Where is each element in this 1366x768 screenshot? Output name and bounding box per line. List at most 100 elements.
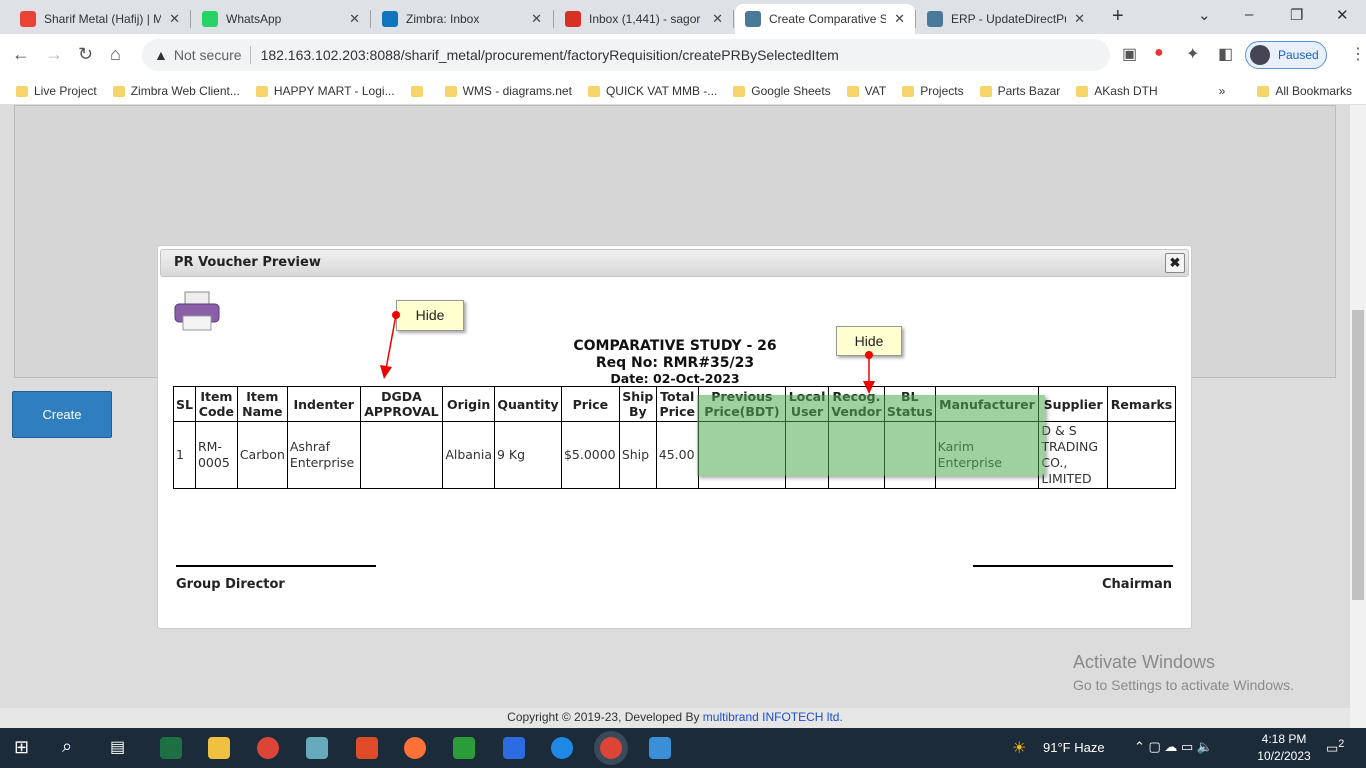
- firefox-icon[interactable]: [404, 737, 426, 759]
- table-cell: Ship: [618, 421, 657, 489]
- windows-start-icon[interactable]: ⊞: [14, 737, 29, 758]
- menu-icon[interactable]: ⋮: [1350, 44, 1366, 64]
- modal-close-button[interactable]: ✖: [1165, 253, 1185, 273]
- bookmark-item[interactable]: VAT: [846, 84, 886, 98]
- tab-title: Sharif Metal (Hafij) | M: [44, 12, 162, 26]
- zimbra-icon[interactable]: [551, 737, 573, 759]
- footer: Copyright © 2019-23, Developed By multib…: [0, 708, 1350, 728]
- search-icon[interactable]: ⌕: [62, 736, 72, 757]
- close-tab-icon[interactable]: ✕: [349, 11, 360, 27]
- address-bar[interactable]: ▲ Not secure 182.163.102.203:8088/sharif…: [142, 39, 1110, 71]
- bookmark-label: WMS - diagrams.net: [462, 84, 572, 98]
- bookmark-item[interactable]: Parts Bazar: [979, 84, 1060, 98]
- browser-tab[interactable]: Create Comparative S ✕: [735, 4, 915, 34]
- forward-icon[interactable]: →: [45, 44, 63, 65]
- notifications-icon[interactable]: ▭2: [1326, 738, 1344, 756]
- tab-title: WhatsApp: [226, 12, 282, 26]
- modal-title: PR Voucher Preview: [160, 249, 1189, 277]
- erp-icon: [927, 11, 943, 27]
- signature-line-right: [973, 565, 1173, 567]
- maximize-button[interactable]: ❐: [1290, 6, 1303, 24]
- table-cell: $5.0000: [560, 421, 620, 489]
- table-cell: 45.00: [655, 421, 699, 489]
- browser-tab[interactable]: Sharif Metal (Hafij) | M ✕: [10, 4, 190, 34]
- shield-app-icon[interactable]: [503, 737, 525, 759]
- bookmark-label: Projects: [920, 84, 964, 98]
- close-tab-icon[interactable]: ✕: [712, 11, 723, 27]
- close-tab-icon[interactable]: ✕: [1074, 11, 1085, 27]
- bookmark-item[interactable]: Zimbra Web Client...: [112, 84, 240, 98]
- bookmark-item[interactable]: Google Sheets: [733, 84, 831, 98]
- avatar: [1250, 45, 1270, 65]
- excel-icon[interactable]: [160, 737, 182, 759]
- clock-time[interactable]: 4:18 PM: [1256, 732, 1312, 746]
- close-tab-icon[interactable]: ✕: [894, 11, 905, 27]
- clock-date[interactable]: 10/2/2023: [1256, 749, 1312, 763]
- tab-search-icon[interactable]: ⌄: [1198, 6, 1211, 24]
- home-icon[interactable]: ⌂: [110, 44, 121, 65]
- highlight-overlay: [697, 395, 1045, 476]
- tab-title: Zimbra: Inbox: [406, 12, 480, 26]
- browser-tab[interactable]: Zimbra: Inbox ✕: [372, 4, 552, 34]
- bookmark-item[interactable]: WMS - diagrams.net: [444, 84, 572, 98]
- browser-tab[interactable]: Inbox (1,441) - sagor ✕: [555, 4, 733, 34]
- chrome-active-icon[interactable]: [600, 737, 622, 759]
- bookmark-label: HAPPY MART - Logi...: [273, 84, 395, 98]
- bookmark-icon: [410, 85, 423, 97]
- system-tray-icons[interactable]: ⌃ ▢ ☁ ▭ 🔈: [1134, 739, 1213, 755]
- table-cell: Carbon: [236, 421, 288, 489]
- bookmark-item[interactable]: Live Project: [16, 84, 97, 98]
- bookmark-item[interactable]: [410, 84, 429, 98]
- close-tab-icon[interactable]: ✕: [169, 11, 180, 27]
- gmail-icon: [565, 11, 581, 27]
- chrome-icon[interactable]: [257, 737, 279, 759]
- table-cell: [1107, 421, 1176, 489]
- column-header: Indenter: [286, 386, 361, 422]
- scrollbar-thumb[interactable]: [1352, 310, 1364, 600]
- taskbar: ⊞ ⌕ ▤ ☀ 91°F Haze ⌃ ▢ ☁ ▭ 🔈 4:18 PM 10/2…: [0, 728, 1366, 768]
- bookmark-item[interactable]: QUICK VAT MMB -...: [587, 84, 717, 98]
- bookmark-item[interactable]: AKash DTH: [1076, 84, 1158, 98]
- profile-button[interactable]: Paused: [1245, 41, 1327, 69]
- printer-icon[interactable]: [173, 290, 221, 332]
- bookmark-icon: [16, 85, 28, 97]
- app-icon[interactable]: [306, 737, 328, 759]
- reload-icon[interactable]: ↻: [78, 44, 93, 65]
- extension-icon[interactable]: ●: [1154, 44, 1164, 62]
- bookmark-icon: [733, 85, 746, 97]
- task-view-icon[interactable]: ▤: [110, 737, 125, 757]
- minimize-button[interactable]: –: [1245, 6, 1253, 23]
- app-icon[interactable]: [453, 737, 475, 759]
- bookmark-icon: [1076, 85, 1089, 97]
- column-header: Item Name: [236, 386, 288, 422]
- tab-title: Inbox (1,441) - sagor: [589, 12, 701, 26]
- extension-shield-icon[interactable]: ▣: [1122, 44, 1137, 64]
- all-bookmarks[interactable]: All Bookmarks: [1257, 84, 1352, 98]
- bookmark-icon: [587, 85, 600, 97]
- file-explorer-icon[interactable]: [208, 737, 230, 759]
- column-header: Remarks: [1107, 386, 1176, 422]
- bookmark-label: Zimbra Web Client...: [130, 84, 240, 98]
- side-panel-icon[interactable]: ◧: [1218, 44, 1233, 64]
- bookmark-item[interactable]: HAPPY MART - Logi...: [255, 84, 395, 98]
- close-window-button[interactable]: ✕: [1336, 6, 1349, 24]
- create-button[interactable]: Create: [12, 391, 112, 438]
- extensions-puzzle-icon[interactable]: ✦: [1186, 44, 1199, 64]
- weather-text[interactable]: 91°F Haze: [1043, 740, 1105, 755]
- bookmark-label: Google Sheets: [751, 84, 831, 98]
- anydesk-icon[interactable]: [356, 737, 378, 759]
- table-cell: 9 Kg: [494, 421, 562, 489]
- browser-tab[interactable]: ERP - UpdateDirectPu ✕: [917, 4, 1095, 34]
- app-s-icon[interactable]: [649, 737, 671, 759]
- close-tab-icon[interactable]: ✕: [531, 11, 542, 27]
- google-icon: [20, 11, 36, 27]
- developer-link[interactable]: multibrand INFOTECH ltd.: [703, 710, 843, 724]
- bookmark-item[interactable]: Projects: [902, 84, 964, 98]
- back-icon[interactable]: ←: [12, 44, 30, 65]
- more-bookmarks-icon[interactable]: »: [1219, 84, 1226, 98]
- new-tab-button[interactable]: +: [1112, 5, 1124, 28]
- tab-strip: Sharif Metal (Hafij) | M ✕ WhatsApp ✕ Zimbra…: [0, 0, 1366, 34]
- table-cell: RM-0005: [194, 421, 238, 489]
- all-bookmarks-label: All Bookmarks: [1275, 84, 1352, 98]
- browser-tab[interactable]: WhatsApp ✕: [192, 4, 370, 34]
